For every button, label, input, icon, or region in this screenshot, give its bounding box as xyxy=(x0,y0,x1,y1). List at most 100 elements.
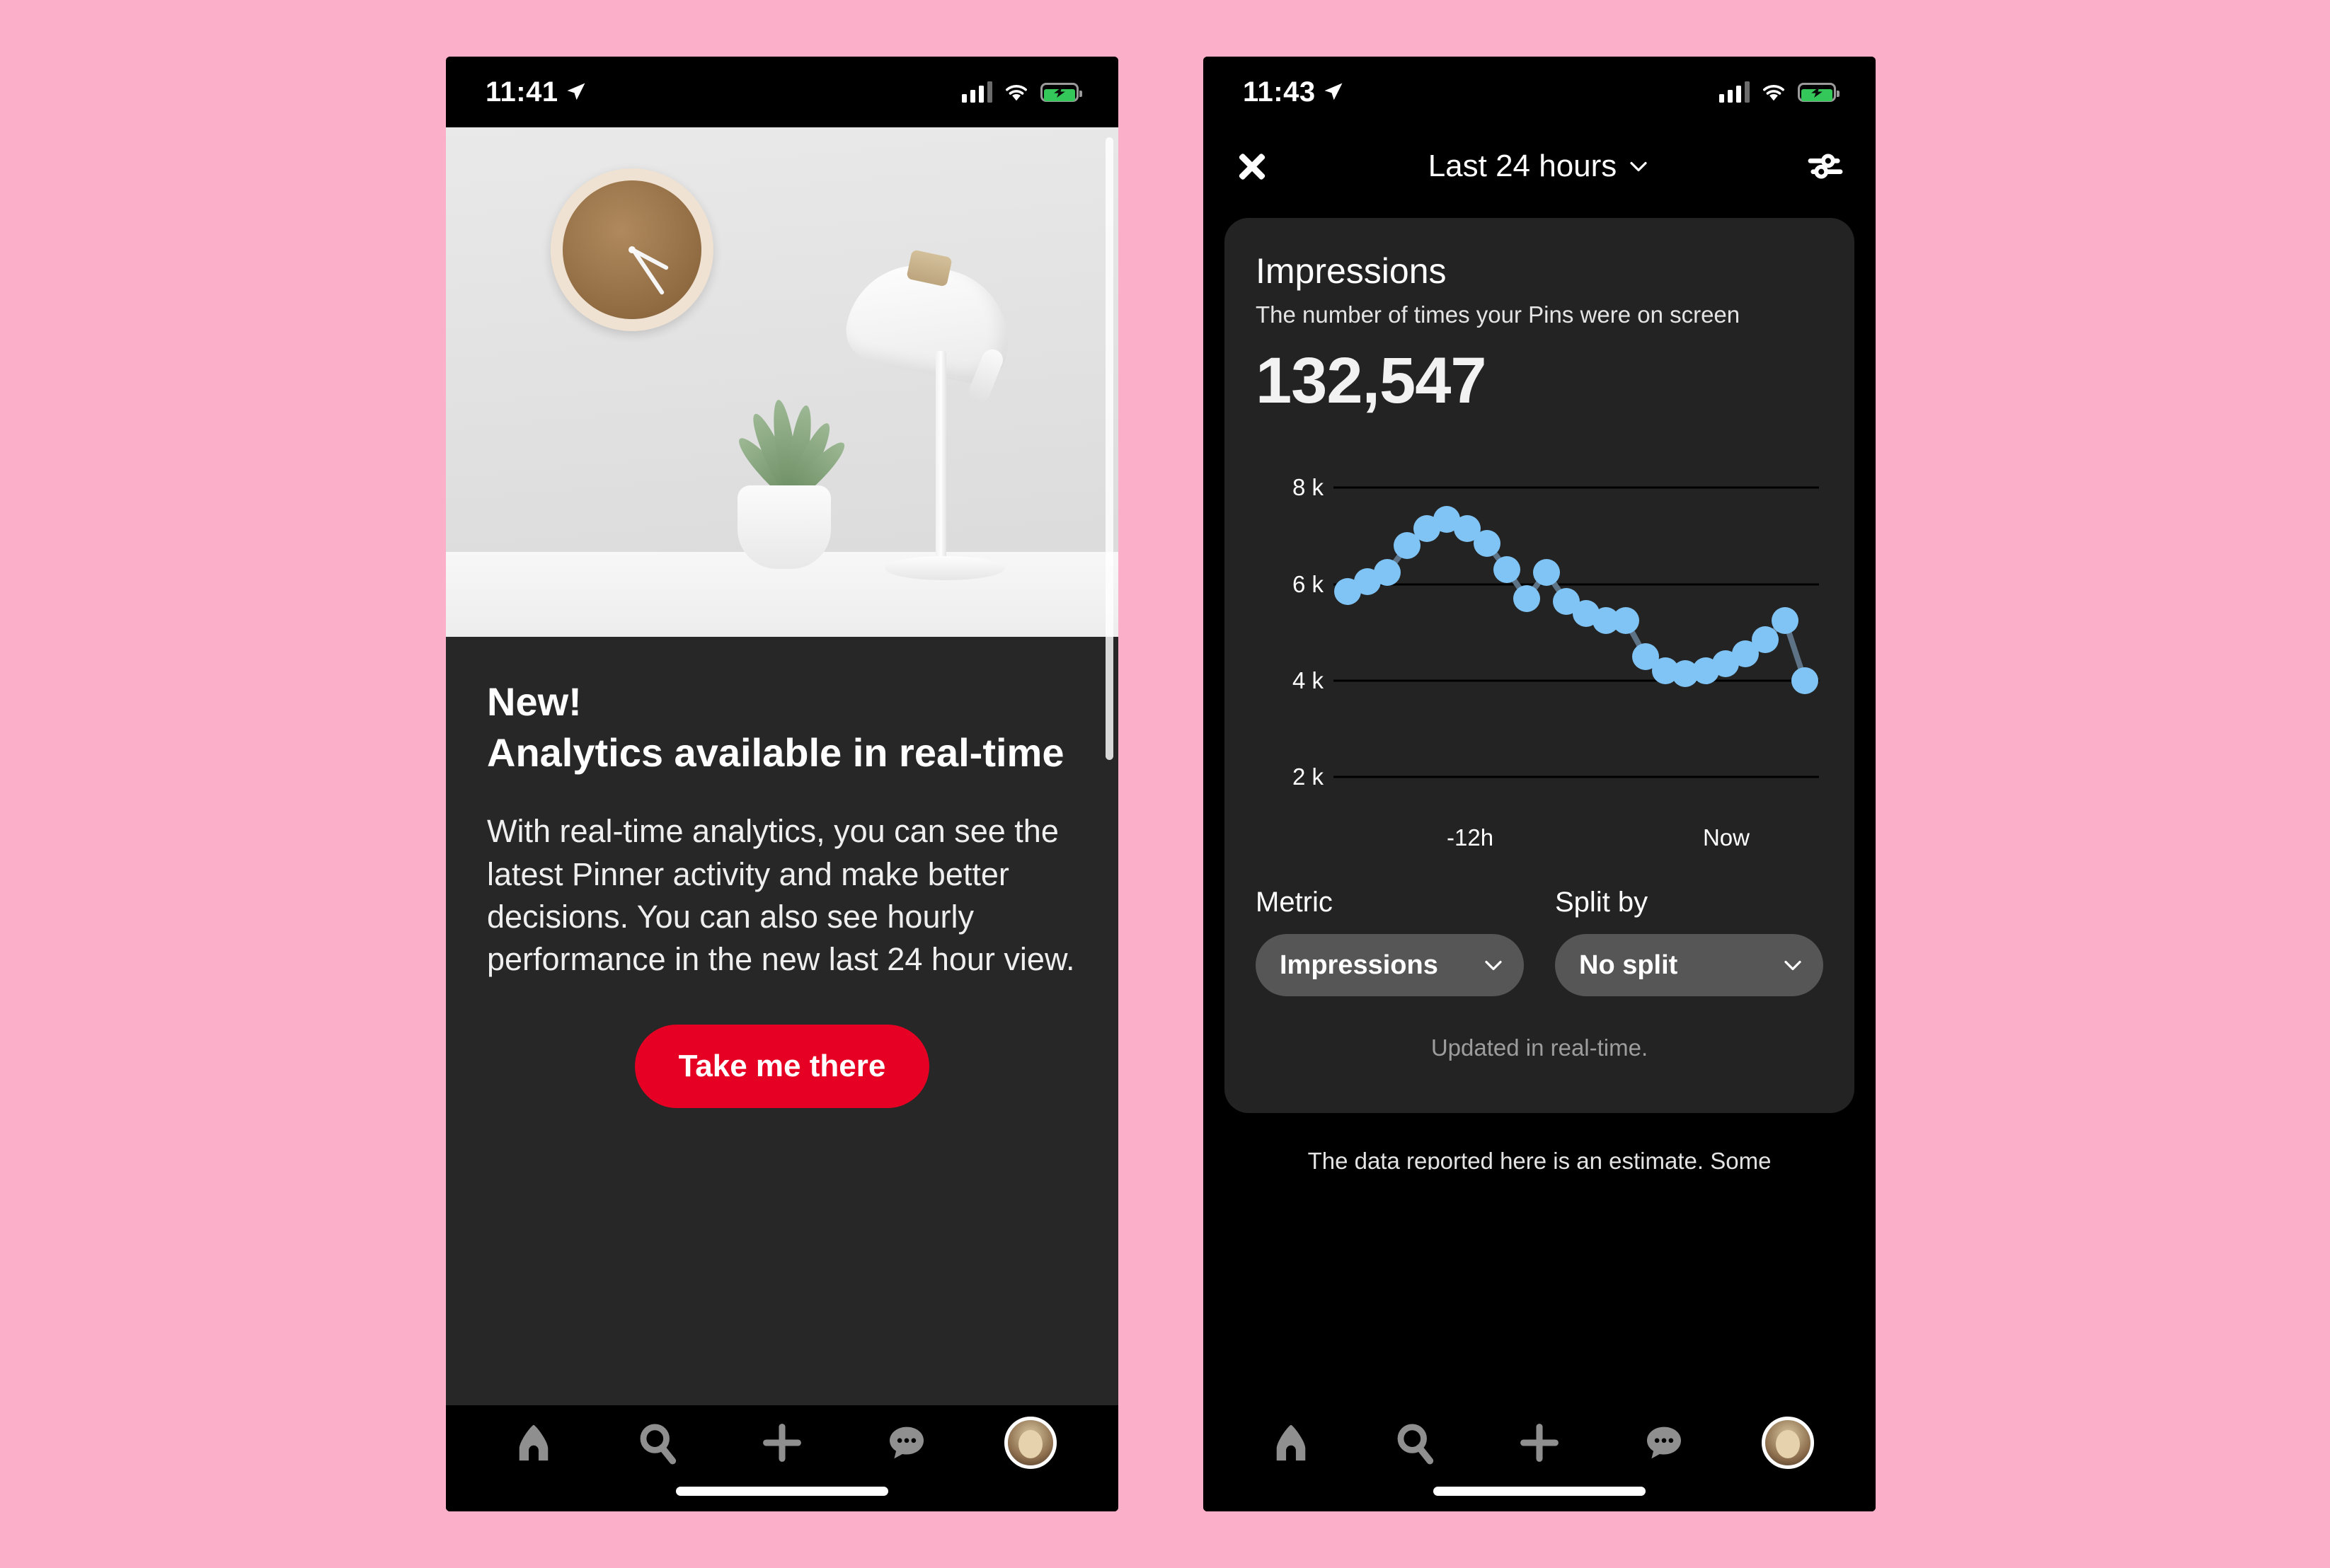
metric-subtitle: The number of times your Pins were on sc… xyxy=(1256,301,1740,328)
metric-control-label: Metric xyxy=(1256,887,1333,918)
messages-icon xyxy=(1646,1426,1681,1458)
chart-y-tick-label: 8 k xyxy=(1292,474,1324,501)
cellular-signal-icon xyxy=(1719,81,1750,103)
charging-bolt-icon xyxy=(1811,86,1823,98)
battery-charging-icon xyxy=(1040,82,1082,102)
data-disclaimer: The data reported here is an estimate. S… xyxy=(1307,1148,1772,1170)
left-phone-mockup: 11:41 New! Analytics available in real-t… xyxy=(446,57,1118,1511)
chevron-down-icon xyxy=(1784,960,1801,970)
chart-x-tick-label: -12h xyxy=(1447,824,1494,851)
lamp-base xyxy=(885,556,1005,580)
search-icon xyxy=(1397,1423,1434,1464)
plant-leaves xyxy=(723,362,858,504)
status-right-group xyxy=(962,81,1082,103)
nav-home[interactable] xyxy=(1258,1410,1324,1475)
status-left-group: 11:41 xyxy=(486,76,587,108)
chart-data-point[interactable] xyxy=(1771,606,1798,634)
metric-dropdown-value: Impressions xyxy=(1280,950,1438,980)
home-indicator xyxy=(676,1487,888,1496)
home-icon xyxy=(519,1424,549,1460)
nav-messages[interactable] xyxy=(1631,1410,1697,1475)
location-arrow-icon xyxy=(1324,83,1343,100)
status-clock: 11:41 xyxy=(486,76,558,108)
left-phone-content: New! Analytics available in real-time Wi… xyxy=(446,127,1118,1511)
analytics-header: Last 24 hours xyxy=(1203,127,1876,205)
nav-search[interactable] xyxy=(625,1410,690,1475)
split-dropdown-value: No split xyxy=(1579,950,1678,980)
plant-pot xyxy=(738,485,831,569)
status-right-group xyxy=(1719,81,1840,103)
wall-clock xyxy=(551,168,713,331)
chart-data-point[interactable] xyxy=(1493,556,1520,584)
split-control: Split by No split xyxy=(1555,887,1823,996)
wifi-icon xyxy=(1006,85,1027,101)
date-range-label: Last 24 hours xyxy=(1428,149,1617,183)
chart-data-point[interactable] xyxy=(1751,626,1779,653)
home-indicator xyxy=(1433,1487,1646,1496)
chart-data-point[interactable] xyxy=(1473,529,1500,557)
status-clock: 11:43 xyxy=(1243,76,1316,108)
split-control-label: Split by xyxy=(1555,887,1648,918)
metric-title: Impressions xyxy=(1256,251,1447,291)
right-nav-items xyxy=(1203,1405,1876,1480)
chart-y-tick-label: 6 k xyxy=(1292,570,1324,597)
chart-gridline xyxy=(1333,679,1819,682)
metric-control: Metric Impressions xyxy=(1256,887,1524,996)
chart-gridline xyxy=(1333,776,1819,778)
chart-gridline xyxy=(1333,486,1819,489)
battery-charging-icon xyxy=(1798,82,1840,102)
chart-data-point[interactable] xyxy=(1374,558,1401,586)
nav-create[interactable] xyxy=(750,1410,815,1475)
split-dropdown[interactable]: No split xyxy=(1555,934,1823,996)
chart-y-tick-label: 4 k xyxy=(1292,667,1324,693)
chevron-down-icon xyxy=(1485,960,1502,970)
cta-container: Take me there xyxy=(487,1025,1077,1109)
charging-bolt-icon xyxy=(1054,86,1065,98)
location-arrow-icon xyxy=(567,83,585,100)
promo-body-text: With real-time analytics, you can see th… xyxy=(487,813,1075,978)
take-me-there-button[interactable]: Take me there xyxy=(634,1025,930,1109)
clock-face xyxy=(563,180,701,319)
date-range-selector[interactable]: Last 24 hours xyxy=(1428,149,1648,184)
chart-x-axis: -12h Now xyxy=(1447,824,1750,851)
nav-create[interactable] xyxy=(1507,1410,1572,1475)
promo-headline: Analytics available in real-time xyxy=(487,730,1064,776)
right-phone-content: Last 24 hours Impressions The number of … xyxy=(1203,127,1876,1511)
left-nav-items xyxy=(446,1405,1118,1480)
nav-profile[interactable] xyxy=(998,1410,1063,1475)
impressions-chart: 8 k 6 k 4 k 2 k xyxy=(1256,473,1823,806)
chart-data-point[interactable] xyxy=(1532,558,1560,586)
realtime-footer: Updated in real-time. xyxy=(1430,1034,1648,1061)
metric-value: 132,547 xyxy=(1256,345,1487,417)
promo-eyebrow: New! xyxy=(487,679,582,724)
chart-plot-area xyxy=(1333,473,1819,806)
nav-profile[interactable] xyxy=(1755,1410,1820,1475)
promo-panel: New! Analytics available in real-time Wi… xyxy=(446,637,1118,1405)
chart-controls: Metric Impressions Split by No split xyxy=(1256,887,1823,996)
hero-photo xyxy=(446,127,1118,637)
nav-search[interactable] xyxy=(1382,1410,1447,1475)
chart-data-point[interactable] xyxy=(1513,585,1540,613)
chart-data-point[interactable] xyxy=(1612,606,1640,634)
status-left-group: 11:43 xyxy=(1243,76,1344,108)
chart-y-tick-label: 2 k xyxy=(1292,763,1324,790)
avatar xyxy=(1004,1416,1057,1469)
home-icon xyxy=(1276,1424,1306,1460)
search-icon xyxy=(640,1423,677,1464)
vertical-scrollbar[interactable] xyxy=(1106,137,1113,760)
clock-center-pin xyxy=(629,246,636,253)
chart-data-point[interactable] xyxy=(1791,667,1818,694)
sliders-icon[interactable] xyxy=(1808,151,1843,182)
plus-icon xyxy=(1520,1423,1559,1462)
plus-icon xyxy=(763,1423,801,1462)
chevron-down-icon xyxy=(1630,161,1647,171)
right-phone-mockup: 11:43 Last 24 hours Impressions The numb… xyxy=(1203,57,1876,1511)
nav-home[interactable] xyxy=(501,1410,566,1475)
metric-dropdown[interactable]: Impressions xyxy=(1256,934,1524,996)
messages-icon xyxy=(889,1426,924,1458)
left-status-bar: 11:41 xyxy=(446,57,1118,127)
chart-y-axis: 8 k 6 k 4 k 2 k xyxy=(1256,473,1324,806)
close-icon[interactable] xyxy=(1236,150,1268,183)
nav-messages[interactable] xyxy=(874,1410,939,1475)
cellular-signal-icon xyxy=(962,81,992,103)
